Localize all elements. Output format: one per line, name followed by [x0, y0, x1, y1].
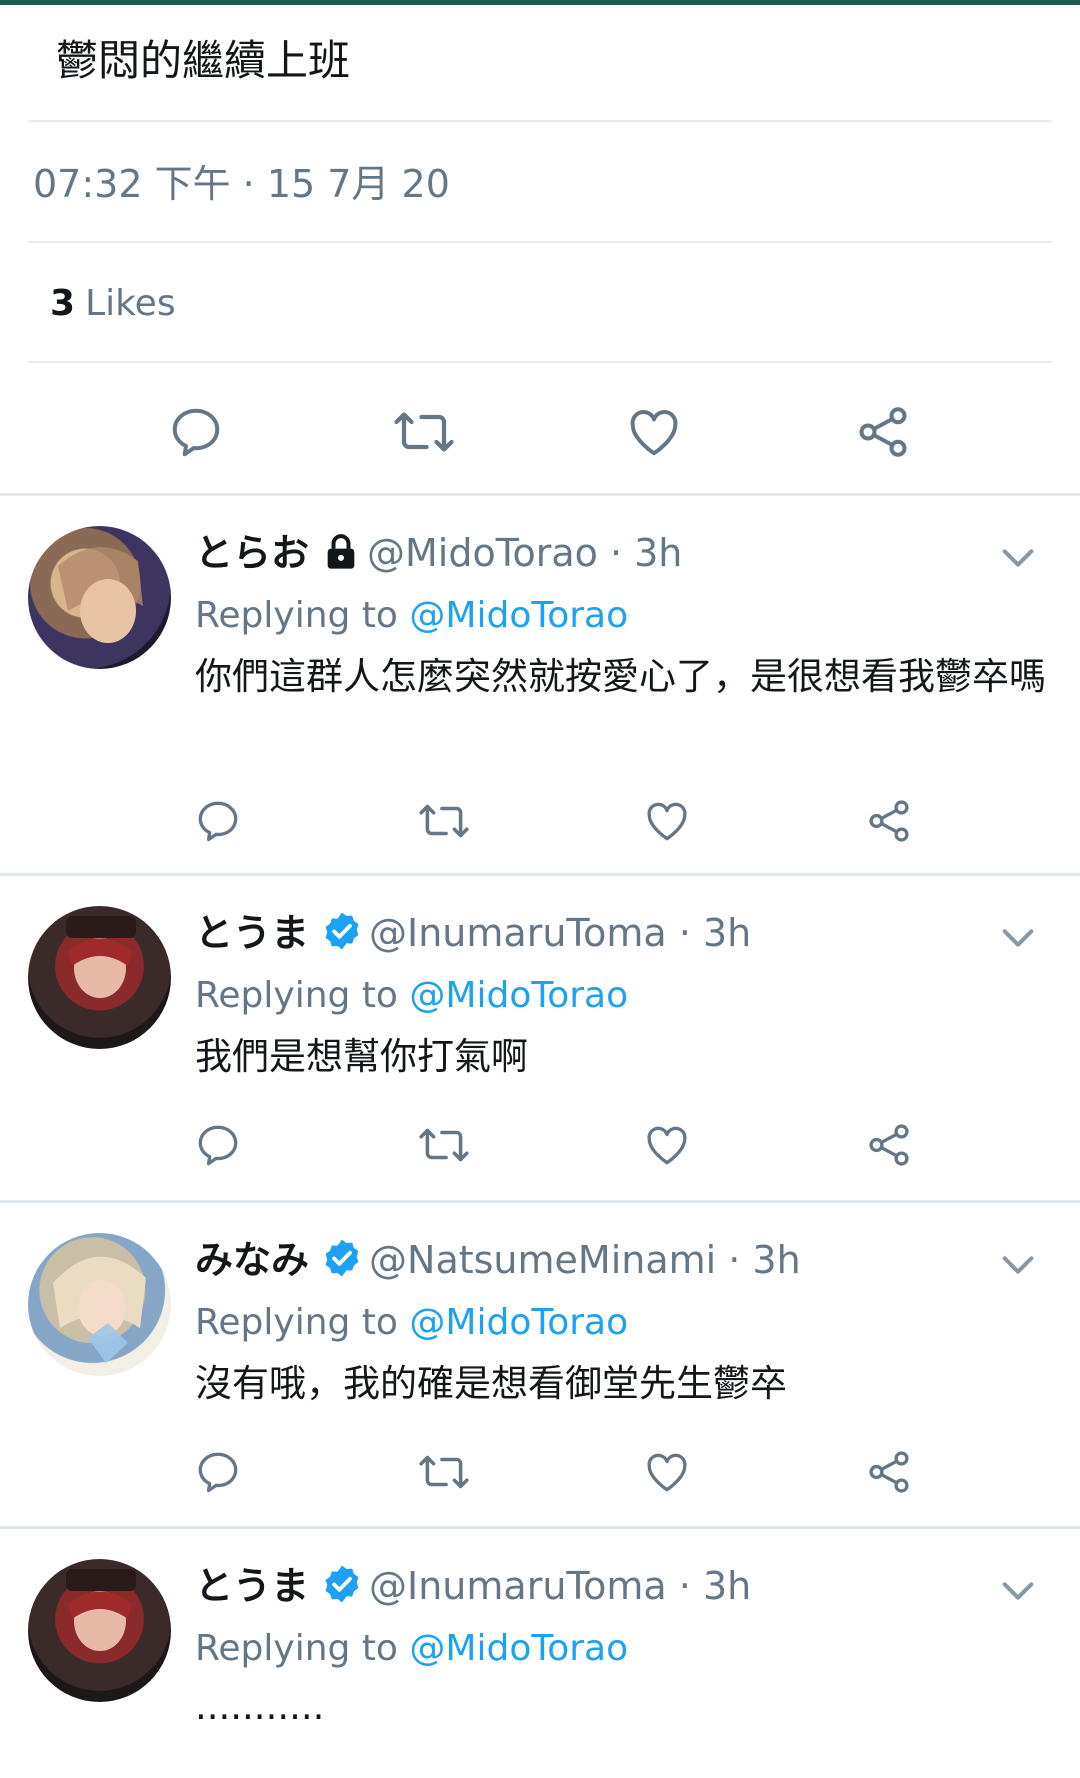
reply-tweet[interactable]: みなみ @NatsumeMinami · 3h Replying to @Mido… — [0, 1203, 1080, 1526]
heart-icon — [647, 1453, 687, 1492]
top-status-bar — [0, 0, 1080, 5]
retweet-button[interactable] — [404, 1437, 484, 1507]
divider — [28, 361, 1052, 363]
retweet-button[interactable] — [404, 786, 484, 856]
chevron-down-icon[interactable] — [998, 1571, 1038, 1611]
reply-action-bar — [0, 786, 1080, 856]
reply-action-bar — [0, 1437, 1080, 1507]
replying-prefix: Replying to — [195, 1628, 398, 1669]
share-icon — [869, 1124, 909, 1166]
reply-tweet[interactable]: とうま @InumaruToma · 3h Replying to @MidoTo… — [0, 876, 1080, 1200]
share-icon — [859, 407, 907, 457]
share-icon — [869, 1451, 909, 1493]
mention-link[interactable]: @MidoTorao — [409, 1302, 628, 1343]
reply-icon — [172, 408, 220, 457]
reply-tweet[interactable]: とらお @MidoTorao · 3h Replying to @MidoTora… — [0, 496, 1080, 873]
reply-tweet[interactable]: とうま @InumaruToma · 3h Replying to @MidoTo… — [0, 1529, 1080, 1778]
replying-to: Replying to @MidoTorao — [195, 1299, 628, 1347]
like-button[interactable] — [614, 397, 694, 467]
mention-link[interactable]: @MidoTorao — [409, 1628, 628, 1669]
replying-prefix: Replying to — [195, 595, 398, 636]
handle-and-time[interactable]: @InumaruToma · 3h — [369, 911, 751, 955]
display-name[interactable]: とらお — [195, 531, 309, 575]
retweet-button[interactable] — [384, 397, 464, 467]
reply-header: とうま @InumaruToma · 3h — [195, 1561, 751, 1617]
reply-button[interactable] — [178, 786, 258, 856]
mention-link[interactable]: @MidoTorao — [409, 975, 628, 1016]
mention-link[interactable]: @MidoTorao — [409, 595, 628, 636]
reply-text: 沒有哦，我的確是想看御堂先生鬱卒 — [195, 1362, 787, 1405]
handle-and-time[interactable]: @MidoTorao · 3h — [367, 531, 682, 575]
handle-and-time[interactable]: @InumaruToma · 3h — [369, 1564, 751, 1608]
chevron-down-icon[interactable] — [998, 1245, 1038, 1285]
verified-icon — [321, 1237, 363, 1291]
like-button[interactable] — [627, 1437, 707, 1507]
avatar[interactable] — [28, 1559, 171, 1702]
share-button[interactable] — [849, 1110, 929, 1180]
reply-button[interactable] — [178, 1437, 258, 1507]
verified-icon — [321, 910, 363, 964]
likes-count: 3 — [50, 283, 76, 324]
reply-button[interactable] — [156, 397, 236, 467]
retweet-icon — [419, 804, 469, 838]
reply-header: とうま @InumaruToma · 3h — [195, 908, 751, 964]
reply-text: 你們這群人怎麼突然就按愛心了，是很想看我鬱卒嗎 — [195, 655, 1046, 698]
heart-icon — [647, 1126, 687, 1165]
reply-icon — [198, 801, 238, 842]
avatar[interactable] — [28, 906, 171, 1049]
lock-icon — [321, 532, 361, 584]
reply-header: とらお @MidoTorao · 3h — [195, 528, 682, 584]
reply-action-bar — [0, 1110, 1080, 1180]
heart-icon — [630, 409, 678, 456]
replying-prefix: Replying to — [195, 975, 398, 1016]
retweet-icon — [419, 1128, 469, 1162]
retweet-icon — [394, 412, 454, 452]
replying-to: Replying to @MidoTorao — [195, 592, 628, 640]
divider — [28, 120, 1052, 122]
likes-count-link[interactable]: 3 Likes — [50, 281, 176, 327]
share-icon — [869, 800, 909, 842]
likes-label: Likes — [85, 283, 176, 324]
share-button[interactable] — [843, 397, 923, 467]
share-button[interactable] — [849, 1437, 929, 1507]
share-button[interactable] — [849, 786, 929, 856]
divider — [28, 241, 1052, 243]
like-button[interactable] — [627, 1110, 707, 1180]
display-name[interactable]: とうま — [195, 1564, 309, 1608]
main-action-bar — [0, 397, 1080, 467]
handle-and-time[interactable]: @NatsumeMinami · 3h — [369, 1238, 801, 1282]
reply-icon — [198, 1452, 238, 1493]
chevron-down-icon[interactable] — [998, 538, 1038, 578]
reply-button[interactable] — [178, 1110, 258, 1180]
heart-icon — [647, 802, 687, 841]
avatar[interactable] — [28, 526, 171, 669]
reply-text: ........... — [195, 1685, 325, 1728]
display-name[interactable]: とうま — [195, 911, 309, 955]
retweet-icon — [419, 1455, 469, 1489]
avatar[interactable] — [28, 1233, 171, 1376]
retweet-button[interactable] — [404, 1110, 484, 1180]
reply-header: みなみ @NatsumeMinami · 3h — [195, 1235, 801, 1291]
verified-icon — [321, 1563, 363, 1617]
tweet-text: 鬱悶的繼續上班 — [56, 36, 351, 85]
reply-text: 我們是想幫你打氣啊 — [195, 1035, 528, 1078]
chevron-down-icon[interactable] — [998, 918, 1038, 958]
replying-prefix: Replying to — [195, 1302, 398, 1343]
reply-icon — [198, 1125, 238, 1166]
tweet-timestamp: 07:32 下午 · 15 7月 20 — [33, 162, 450, 206]
display-name[interactable]: みなみ — [195, 1238, 309, 1282]
like-button[interactable] — [627, 786, 707, 856]
replying-to: Replying to @MidoTorao — [195, 972, 628, 1020]
replying-to: Replying to @MidoTorao — [195, 1625, 628, 1673]
